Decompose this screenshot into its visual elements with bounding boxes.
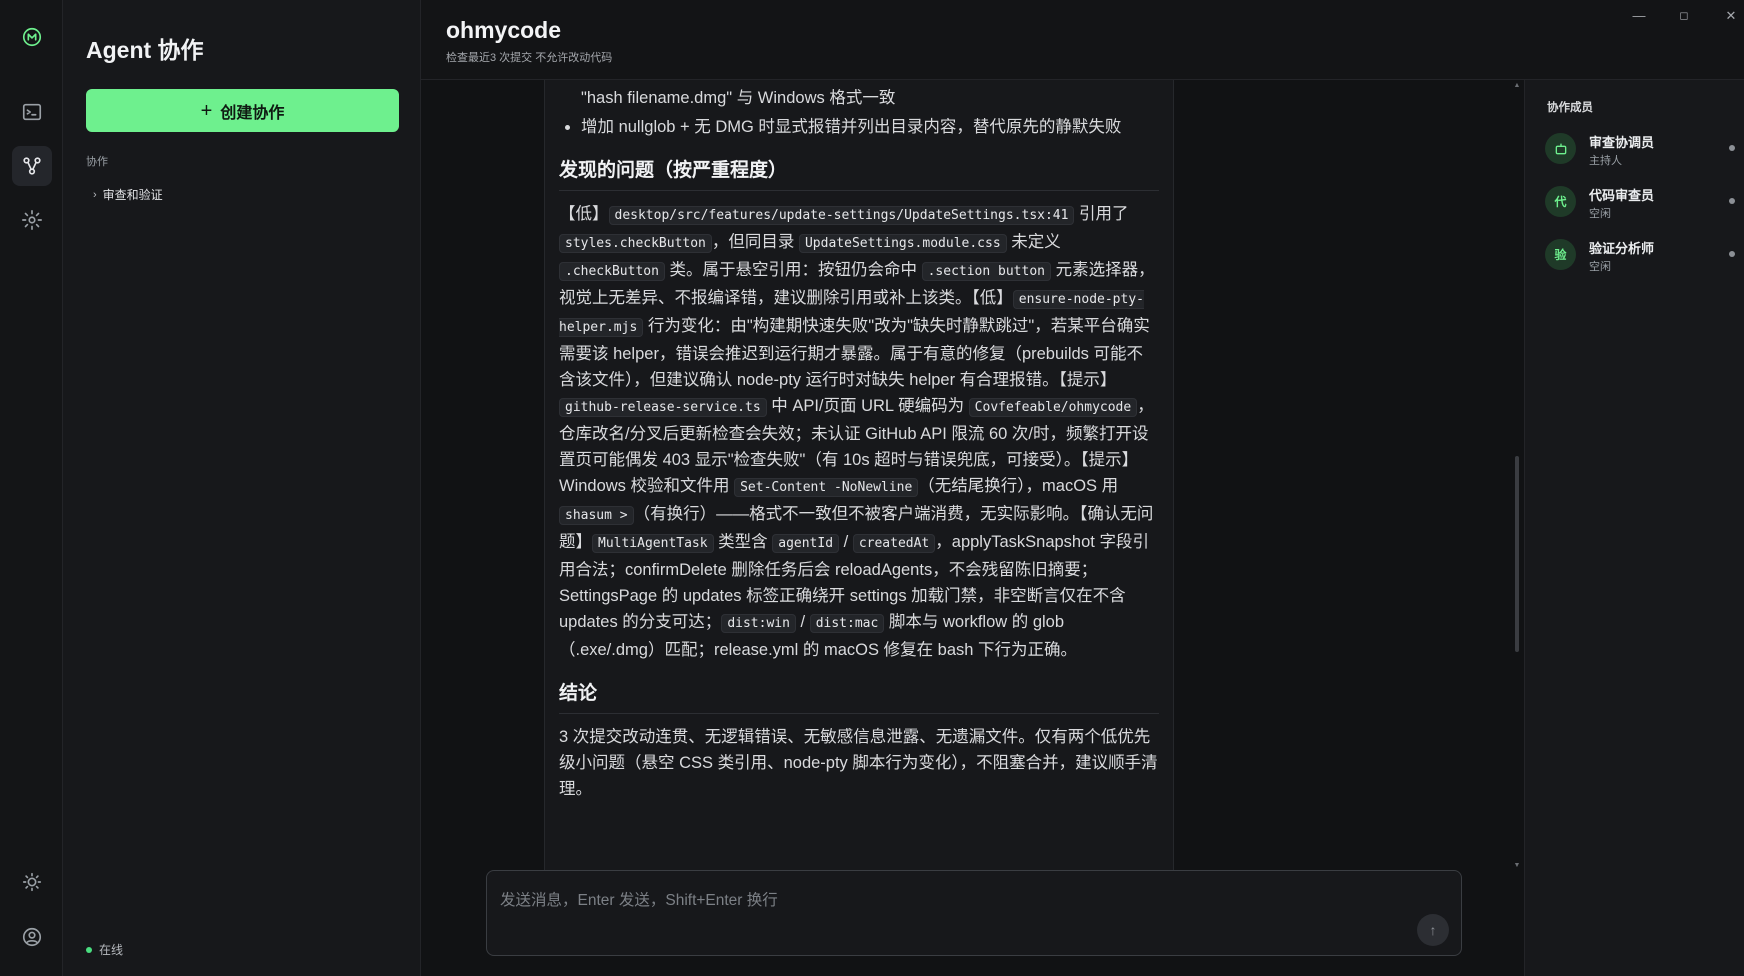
sidebar-item-label: 审查和验证 xyxy=(102,188,163,202)
agent-network-icon[interactable] xyxy=(12,146,52,186)
list-item: 增加 nullglob + 无 DMG 时显式报错并列出目录内容，替代原先的静默… xyxy=(581,114,1159,140)
issues-paragraph: 【低】 desktop/src/features/update-settings/… xyxy=(559,201,1159,663)
member-avatar: 代 xyxy=(1545,186,1576,217)
chevron-right-icon: › xyxy=(93,188,97,201)
inline-code: createdAt xyxy=(852,534,936,553)
status-dot-icon xyxy=(1729,198,1735,204)
status-dot-icon xyxy=(1729,251,1735,257)
inline-code: Covfefeable/ohmycode xyxy=(968,398,1138,417)
section-label: 协作 xyxy=(86,156,108,168)
inline-code: dist:win xyxy=(721,614,796,633)
header: ohmycode 检查最近3 次提交 不允许改动代码 — ◻ ✕ xyxy=(421,0,1744,80)
icon-rail xyxy=(0,0,63,976)
member-avatar: 验 xyxy=(1545,239,1576,270)
message-body: 校验和命令由 sed 改路径改为 cd 进目录后对 basename 执行 sh… xyxy=(559,80,1159,810)
message-composer[interactable]: 发送消息，Enter 发送，Shift+Enter 换行 ↑ xyxy=(486,870,1462,956)
connection-status: 在线 xyxy=(86,941,123,958)
member-coordinator[interactable]: 审查协调员 主持人 xyxy=(1545,128,1735,174)
issue-text: ，但同目录 xyxy=(711,233,799,251)
inline-code: github-release-service.ts xyxy=(559,398,767,417)
issue-text: 引用了 xyxy=(1074,205,1129,223)
issue-text: 未定义 xyxy=(1006,233,1061,251)
composer-placeholder: 发送消息，Enter 发送，Shift+Enter 换行 xyxy=(500,892,778,909)
issue-text: 类型含 xyxy=(713,533,773,551)
inline-code: styles.checkButton xyxy=(559,234,712,253)
inline-code: .section button xyxy=(921,262,1051,281)
send-button[interactable]: ↑ xyxy=(1417,914,1449,946)
plus-icon: + xyxy=(200,99,213,122)
member-verifier[interactable]: 验 验证分析师 空闲 xyxy=(1545,234,1735,280)
member-name: 审查协调员 xyxy=(1589,135,1655,150)
issue-text: / xyxy=(795,613,810,631)
scroll-up-icon[interactable]: ▲ xyxy=(1513,82,1521,89)
issue-text: 行为变化：由"构建期快速失败"改为"缺失时静默跳过"，若某平台确实需要该 hel… xyxy=(559,317,1150,389)
issue-text: 中 API/页面 URL 硬编码为 xyxy=(766,397,969,415)
list-item: 校验和命令由 sed 改路径改为 cd 进目录后对 basename 执行 sh… xyxy=(581,80,1159,111)
create-button-label: 创建协作 xyxy=(220,104,285,122)
status-label: 在线 xyxy=(99,943,124,957)
robot-icon xyxy=(1545,133,1576,164)
members-title: 协作成员 xyxy=(1547,102,1593,114)
page-title: ohmycode xyxy=(446,17,562,43)
member-name: 代码审查员 xyxy=(1589,188,1655,203)
change-list: 校验和命令由 sed 改路径改为 cd 进目录后对 basename 执行 sh… xyxy=(559,80,1159,140)
maximize-button[interactable]: ◻ xyxy=(1674,9,1694,22)
issues-heading: 发现的问题（按严重程度） xyxy=(559,158,1159,191)
minimize-button[interactable]: — xyxy=(1629,8,1649,23)
sidebar-title: Agent 协作 xyxy=(86,37,204,63)
inline-code: Set-Content -NoNewline xyxy=(734,478,919,497)
status-dot-icon xyxy=(1729,145,1735,151)
issue-text: / xyxy=(839,533,853,551)
inline-code: MultiAgentTask xyxy=(592,534,714,553)
app-window: Agent 协作 + 创建协作 协作 › 审查和验证 在线 ohmycode 检… xyxy=(0,0,1744,976)
member-role: 空闲 xyxy=(1589,261,1611,273)
online-dot-icon xyxy=(86,946,92,953)
issue-text: 【低】 xyxy=(559,205,609,223)
chat-scrollbar[interactable]: ▲ ▼ xyxy=(1513,80,1521,976)
message-card: 校验和命令由 sed 改路径改为 cd 进目录后对 basename 执行 sh… xyxy=(544,80,1174,903)
member-name: 验证分析师 xyxy=(1589,241,1655,256)
logo-icon[interactable] xyxy=(12,17,52,57)
conclusion-heading: 结论 xyxy=(559,681,1159,714)
inline-code: agentId xyxy=(772,534,840,553)
member-role: 主持人 xyxy=(1589,155,1622,167)
theme-icon[interactable] xyxy=(12,862,52,902)
account-icon[interactable] xyxy=(12,917,52,957)
members-panel: 协作成员 审查协调员 主持人 代 代码审查员 空闲 验 验证分析师 空闲 xyxy=(1524,80,1744,976)
chat-area: 校验和命令由 sed 改路径改为 cd 进目录后对 basename 执行 sh… xyxy=(421,80,1524,976)
scrollbar-thumb[interactable] xyxy=(1515,456,1519,652)
settings-icon[interactable] xyxy=(12,200,52,240)
member-role: 空闲 xyxy=(1589,208,1611,220)
inline-code: shasum > xyxy=(559,506,634,525)
sidebar-item-review[interactable]: › 审查和验证 xyxy=(93,186,163,203)
terminal-icon[interactable] xyxy=(12,92,52,132)
arrow-up-icon: ↑ xyxy=(1429,922,1437,938)
issue-text: 类。属于悬空引用：按钮仍会命中 xyxy=(664,261,922,279)
inline-code: desktop/src/features/update-settings/Upd… xyxy=(608,206,1075,225)
inline-code: dist:mac xyxy=(809,614,885,633)
inline-code: UpdateSettings.module.css xyxy=(798,234,1007,253)
close-button[interactable]: ✕ xyxy=(1721,8,1741,24)
scroll-down-icon[interactable]: ▼ xyxy=(1513,862,1521,869)
sidebar: Agent 协作 + 创建协作 协作 › 审查和验证 在线 xyxy=(63,0,421,976)
page-subtitle: 检查最近3 次提交 不允许改动代码 xyxy=(446,52,613,64)
member-code-reviewer[interactable]: 代 代码审查员 空闲 xyxy=(1545,181,1735,227)
issue-text: （无结尾换行），macOS 用 xyxy=(918,477,1119,495)
create-collaboration-button[interactable]: + 创建协作 xyxy=(86,89,399,132)
conclusion-paragraph: 3 次提交改动连贯、无逻辑错误、无敏感信息泄露、无遗漏文件。仅有两个低优先级小问… xyxy=(559,728,1158,798)
inline-code: .checkButton xyxy=(559,262,665,281)
